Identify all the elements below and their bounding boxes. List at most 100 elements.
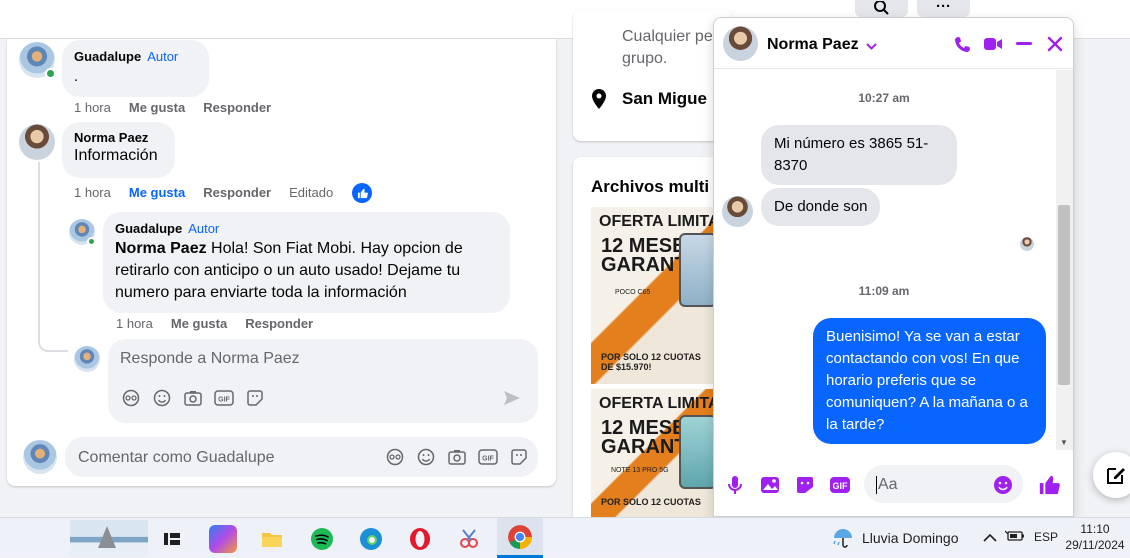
avatar[interactable] [723, 26, 758, 61]
search-button[interactable] [855, 0, 908, 17]
battery-icon[interactable] [1004, 529, 1025, 548]
new-message-button[interactable] [1093, 452, 1130, 498]
like-link[interactable]: Me gusta [171, 316, 227, 331]
avatar[interactable] [23, 440, 57, 474]
chrome-icon [508, 524, 532, 549]
chat-scrollbar-thumb[interactable] [1058, 205, 1070, 385]
phone-call-icon[interactable] [951, 33, 973, 55]
snipping-tool-icon[interactable] [455, 525, 483, 553]
comment-bubble: Norma Paez Información [62, 122, 175, 178]
received-message[interactable]: De donde son [761, 188, 881, 226]
file-explorer-icon[interactable] [258, 525, 286, 553]
received-message[interactable]: Mi número es 3865 51-8370 [761, 125, 957, 185]
avatar[interactable] [19, 42, 56, 79]
comment-author[interactable]: Guadalupe [74, 49, 141, 64]
author-badge: Autor [147, 49, 179, 64]
svg-text:GIF: GIF [218, 397, 230, 404]
reply-link[interactable]: Responder [245, 316, 313, 331]
avatar-sticker-icon[interactable] [121, 388, 141, 408]
thread-line [38, 162, 68, 352]
avatar[interactable] [19, 124, 55, 160]
group-info-line: grupo. [622, 50, 668, 67]
compose-icon [1107, 468, 1125, 484]
copilot-icon[interactable] [209, 525, 237, 553]
phone-image [679, 233, 713, 307]
sent-message[interactable]: Buenisimo! Ya se van a estar contactando… [813, 318, 1046, 444]
comment-input[interactable]: Comentar como Guadalupe [78, 449, 275, 467]
rain-weather-icon[interactable] [831, 527, 855, 554]
chrome-taskbar-button[interactable] [497, 518, 543, 558]
language-indicator[interactable]: ESP [1034, 530, 1058, 544]
task-view-icon[interactable] [158, 525, 186, 553]
comment-time[interactable]: 1 hora [74, 100, 111, 115]
comment-author[interactable]: Guadalupe [115, 221, 182, 236]
comment-text: . [74, 68, 79, 85]
comment-time[interactable]: 1 hora [74, 185, 111, 200]
camera-icon[interactable] [183, 388, 203, 408]
gif-icon[interactable]: GIF [829, 474, 851, 496]
reply-input[interactable]: Responde a Norma Paez [120, 350, 300, 368]
video-call-icon[interactable] [982, 33, 1004, 55]
media-title[interactable]: Archivos multi [591, 177, 709, 197]
media-thumbnail[interactable]: OFERTA LIMITAD 12 MESES GARANTÍA! POCO C… [591, 207, 713, 384]
group-info-line: Cualquier pe [622, 28, 713, 45]
sticker-icon[interactable] [509, 447, 529, 467]
message-input[interactable]: Aa [876, 476, 898, 494]
chat-contact-name[interactable]: Norma Paez [767, 36, 859, 54]
comment-bubble: Guadalupe Autor . [62, 40, 209, 97]
edge-icon[interactable] [357, 525, 385, 553]
landscape-image [98, 526, 116, 548]
mention-link[interactable]: Norma Paez [115, 240, 207, 257]
group-info-text: Cualquier pe grupo. [622, 26, 713, 70]
photo-icon[interactable] [759, 474, 781, 496]
emoji-icon[interactable] [152, 388, 172, 408]
avatar[interactable] [722, 196, 753, 227]
clock-time: 11:10 [1080, 522, 1110, 536]
emoji-icon[interactable] [416, 447, 436, 467]
scroll-down-arrow[interactable]: ▼ [1060, 438, 1068, 447]
gif-icon[interactable]: GIF [478, 447, 498, 467]
sticker-icon[interactable] [245, 388, 265, 408]
sticker-icon[interactable] [794, 474, 816, 496]
online-indicator [87, 237, 96, 246]
message-timestamp: 11:09 am [858, 284, 910, 298]
spotify-icon[interactable] [308, 525, 336, 553]
weather-text[interactable]: Lluvia Domingo [862, 530, 959, 546]
comment-actions: 1 hora Me gusta Responder Editado [74, 185, 333, 200]
thumbs-up-icon[interactable] [1038, 474, 1060, 496]
avatar[interactable] [69, 219, 96, 246]
like-reaction-icon[interactable] [352, 183, 372, 203]
phone-image [679, 415, 713, 489]
seen-avatar [1020, 237, 1034, 251]
gif-icon[interactable]: GIF [214, 388, 234, 408]
avatar-sticker-icon[interactable] [385, 447, 405, 467]
comment-author[interactable]: Norma Paez [74, 130, 163, 145]
chevron-up-icon[interactable] [983, 530, 997, 548]
like-link[interactable]: Me gusta [129, 100, 185, 115]
opera-icon[interactable] [406, 525, 434, 553]
emoji-icon[interactable] [992, 474, 1014, 496]
online-indicator [45, 68, 56, 79]
media-thumbnail[interactable]: OFERTA LIMITAD 12 MESES GARANTÍA! NOTE 1… [591, 389, 713, 519]
thumbs-up-icon [357, 188, 368, 198]
reply-link[interactable]: Responder [203, 185, 271, 200]
comment-bubble: Guadalupe Autor Norma Paez Hola! Son Fiat… [103, 212, 510, 313]
group-location[interactable]: San Migue [622, 89, 707, 109]
windows-taskbar: Lluvia Domingo ESP 11:10 29/11/2024 [0, 517, 1130, 558]
send-icon[interactable] [502, 388, 522, 408]
clock[interactable]: 11:10 29/11/2024 [1065, 521, 1125, 553]
promo-model: POCO C65 [615, 289, 651, 296]
chevron-down-icon[interactable] [866, 38, 877, 56]
edited-label: Editado [289, 185, 334, 200]
minimize-icon[interactable] [1013, 33, 1035, 55]
more-icon: ··· [936, 0, 951, 15]
comment-time[interactable]: 1 hora [116, 316, 153, 331]
close-icon[interactable] [1044, 33, 1066, 55]
like-link[interactable]: Me gusta [129, 185, 185, 200]
camera-icon[interactable] [447, 447, 467, 467]
menu-button[interactable]: ··· [917, 0, 970, 17]
widgets-thumbnail[interactable] [70, 520, 148, 557]
microphone-icon[interactable] [724, 474, 746, 496]
reply-link[interactable]: Responder [203, 100, 271, 115]
avatar[interactable] [74, 346, 100, 372]
